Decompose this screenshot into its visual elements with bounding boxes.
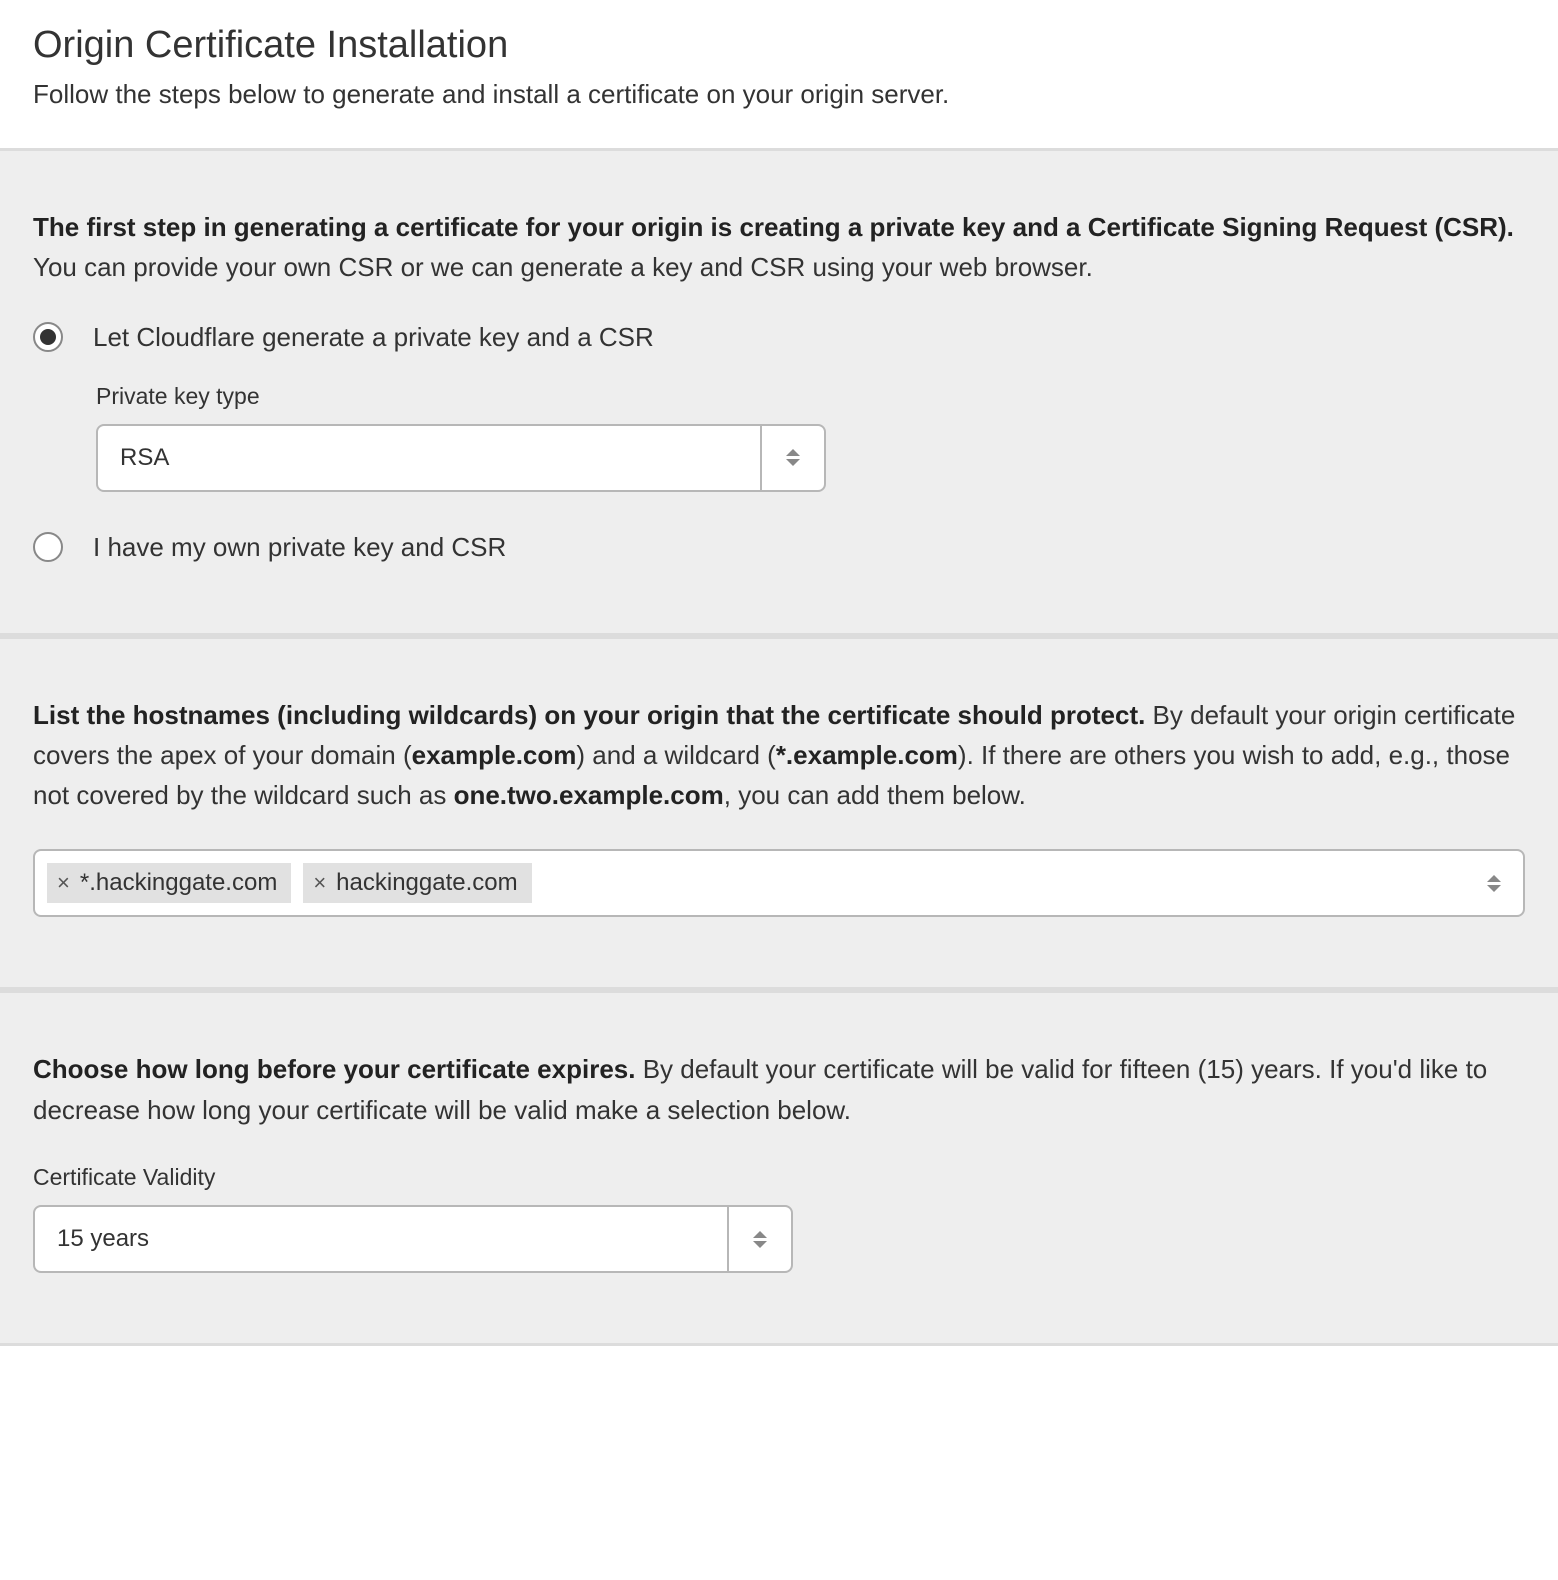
private-key-type-group: Private key type RSA [96,383,1525,492]
step2-seg2: ) and a wildcard ( [576,740,775,770]
page-subtitle: Follow the steps below to generate and i… [33,79,1525,110]
hostnames-input[interactable]: × *.hackinggate.com × hackinggate.com [33,849,1525,917]
step1-intro-rest: You can provide your own CSR or we can g… [33,252,1093,282]
step1-intro-bold: The first step in generating a certifica… [33,212,1514,242]
radio-generate-row[interactable]: Let Cloudflare generate a private key an… [33,322,1525,353]
radio-generate[interactable] [33,322,63,352]
hostname-tag: × hackinggate.com [303,863,531,903]
step3-panel: Choose how long before your certificate … [0,990,1558,1346]
hostnames-tag-row: × *.hackinggate.com × hackinggate.com [47,863,1475,903]
step2-seg4: , you can add them below. [724,780,1026,810]
step1-intro: The first step in generating a certifica… [33,207,1525,288]
step2-example-wild: *.example.com [776,740,958,770]
select-caret-icon [760,426,824,490]
radio-own-label: I have my own private key and CSR [93,532,506,563]
page-header: Origin Certificate Installation Follow t… [0,0,1558,148]
caret-down-icon [1487,885,1501,892]
private-key-type-select[interactable]: RSA [96,424,826,492]
hostname-tag-label: *.hackinggate.com [80,869,277,897]
caret-up-icon [753,1231,767,1238]
caret-down-icon [753,1241,767,1248]
radio-own-row[interactable]: I have my own private key and CSR [33,532,1525,563]
select-caret-icon [727,1207,791,1271]
step2-example-apex: example.com [412,740,577,770]
caret-up-icon [1487,875,1501,882]
radio-generate-label: Let Cloudflare generate a private key an… [93,322,654,353]
tag-remove-icon[interactable]: × [57,872,70,894]
caret-down-icon [786,459,800,466]
hostname-tag-label: hackinggate.com [336,869,517,897]
tag-remove-icon[interactable]: × [313,872,326,894]
step2-intro: List the hostnames (including wildcards)… [33,695,1525,816]
hostname-tag: × *.hackinggate.com [47,863,291,903]
certificate-validity-select[interactable]: 15 years [33,1205,793,1273]
private-key-type-value: RSA [98,426,760,490]
private-key-type-label: Private key type [96,383,1525,410]
step2-panel: List the hostnames (including wildcards)… [0,636,1558,991]
step1-panel: The first step in generating a certifica… [0,148,1558,636]
hostnames-caret-icon [1487,875,1511,892]
certificate-validity-label: Certificate Validity [33,1164,1525,1191]
certificate-validity-value: 15 years [35,1207,727,1271]
radio-own[interactable] [33,532,63,562]
page-title: Origin Certificate Installation [33,24,1525,67]
step3-intro-bold: Choose how long before your certificate … [33,1054,635,1084]
step3-intro: Choose how long before your certificate … [33,1049,1525,1130]
step2-example-sub: one.two.example.com [454,780,724,810]
step2-intro-bold: List the hostnames (including wildcards)… [33,700,1145,730]
caret-up-icon [786,449,800,456]
